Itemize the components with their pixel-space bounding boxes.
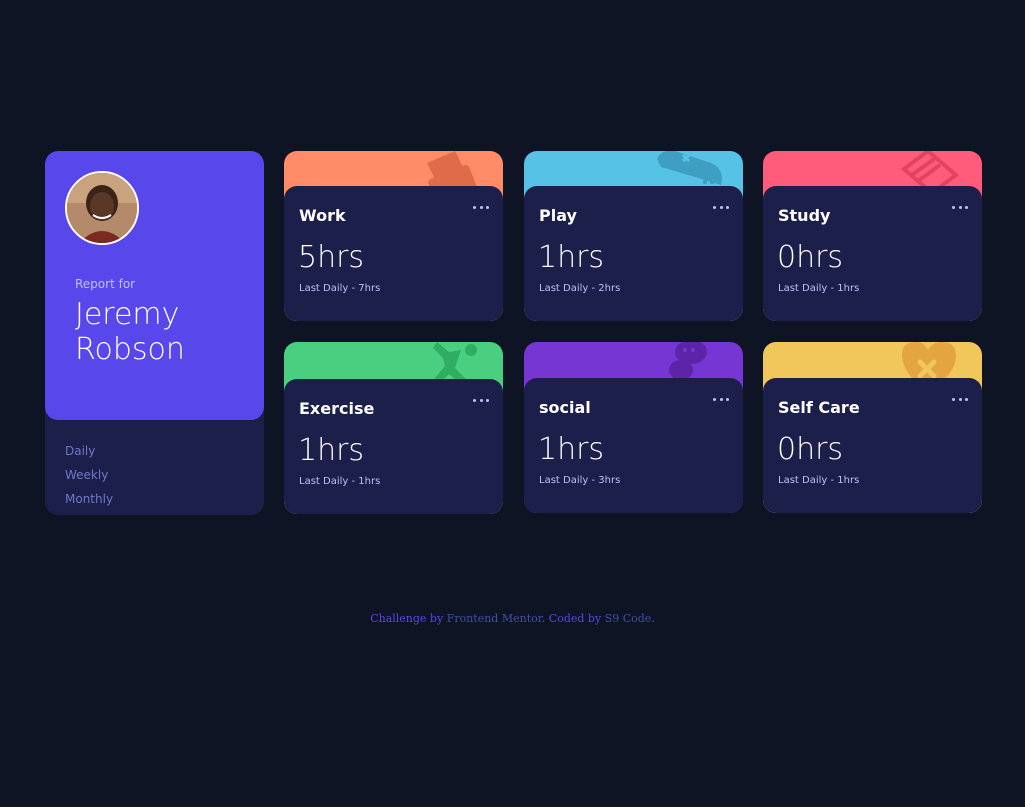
card-work: Work 5hrs Last Daily - 7hrs	[284, 151, 503, 321]
card-body[interactable]: Self Care 0hrs Last Daily - 1hrs	[763, 378, 982, 513]
timeframe-daily[interactable]: Daily	[65, 439, 113, 463]
card-body[interactable]: Study 0hrs Last Daily - 1hrs	[763, 186, 982, 321]
card-current-hours: 0hrs	[777, 240, 844, 275]
ellipsis-icon[interactable]	[713, 394, 729, 404]
card-exercise: Exercise 1hrs Last Daily - 1hrs	[284, 342, 503, 514]
ellipsis-icon[interactable]	[473, 202, 489, 212]
user-name: Jeremy Robson	[75, 297, 185, 367]
frontend-mentor-link[interactable]: Frontend Mentor	[447, 612, 542, 625]
card-play: Play 1hrs Last Daily - 2hrs	[524, 151, 743, 321]
ellipsis-icon[interactable]	[713, 202, 729, 212]
card-previous-hours: Last Daily - 1hrs	[299, 476, 381, 487]
card-previous-hours: Last Daily - 1hrs	[778, 475, 860, 486]
ellipsis-icon[interactable]	[473, 395, 489, 405]
card-current-hours: 1hrs	[538, 240, 605, 275]
card-body[interactable]: social 1hrs Last Daily - 3hrs	[524, 378, 743, 513]
card-current-hours: 1hrs	[538, 432, 605, 467]
card-title: Self Care	[778, 398, 860, 417]
attribution-end: .	[651, 612, 655, 625]
card-title: Work	[299, 206, 346, 225]
card-previous-hours: Last Daily - 2hrs	[539, 283, 621, 294]
author-link[interactable]: S9 Code	[605, 612, 652, 625]
timeframe-weekly[interactable]: Weekly	[65, 463, 113, 487]
timeframe-monthly[interactable]: Monthly	[65, 487, 113, 511]
card-social: social 1hrs Last Daily - 3hrs	[524, 342, 743, 513]
card-previous-hours: Last Daily - 7hrs	[299, 283, 381, 294]
timeframe-list: Daily Weekly Monthly	[65, 439, 113, 511]
card-previous-hours: Last Daily - 1hrs	[778, 283, 860, 294]
card-current-hours: 5hrs	[298, 240, 365, 275]
card-current-hours: 0hrs	[777, 432, 844, 467]
profile-header: Report for Jeremy Robson	[45, 151, 264, 420]
report-for-label: Report for	[75, 277, 136, 291]
card-title: Exercise	[299, 399, 375, 418]
card-body[interactable]: Play 1hrs Last Daily - 2hrs	[524, 186, 743, 321]
card-study: Study 0hrs Last Daily - 1hrs	[763, 151, 982, 321]
card-body[interactable]: Exercise 1hrs Last Daily - 1hrs	[284, 379, 503, 514]
card-previous-hours: Last Daily - 3hrs	[539, 475, 621, 486]
card-title: Play	[539, 206, 577, 225]
card-body[interactable]: Work 5hrs Last Daily - 7hrs	[284, 186, 503, 321]
attribution-coded-text: . Coded by	[541, 612, 602, 625]
avatar	[65, 171, 139, 245]
profile-card: Report for Jeremy Robson Daily Weekly Mo…	[45, 151, 264, 515]
card-title: Study	[778, 206, 831, 225]
attribution-challenge-text: Challenge by	[370, 612, 444, 625]
attribution: Challenge by Frontend Mentor. Coded by S…	[0, 612, 1025, 625]
card-self-care: Self Care 0hrs Last Daily - 1hrs	[763, 342, 982, 513]
ellipsis-icon[interactable]	[952, 394, 968, 404]
card-title: social	[539, 398, 591, 417]
card-current-hours: 1hrs	[298, 433, 365, 468]
ellipsis-icon[interactable]	[952, 202, 968, 212]
